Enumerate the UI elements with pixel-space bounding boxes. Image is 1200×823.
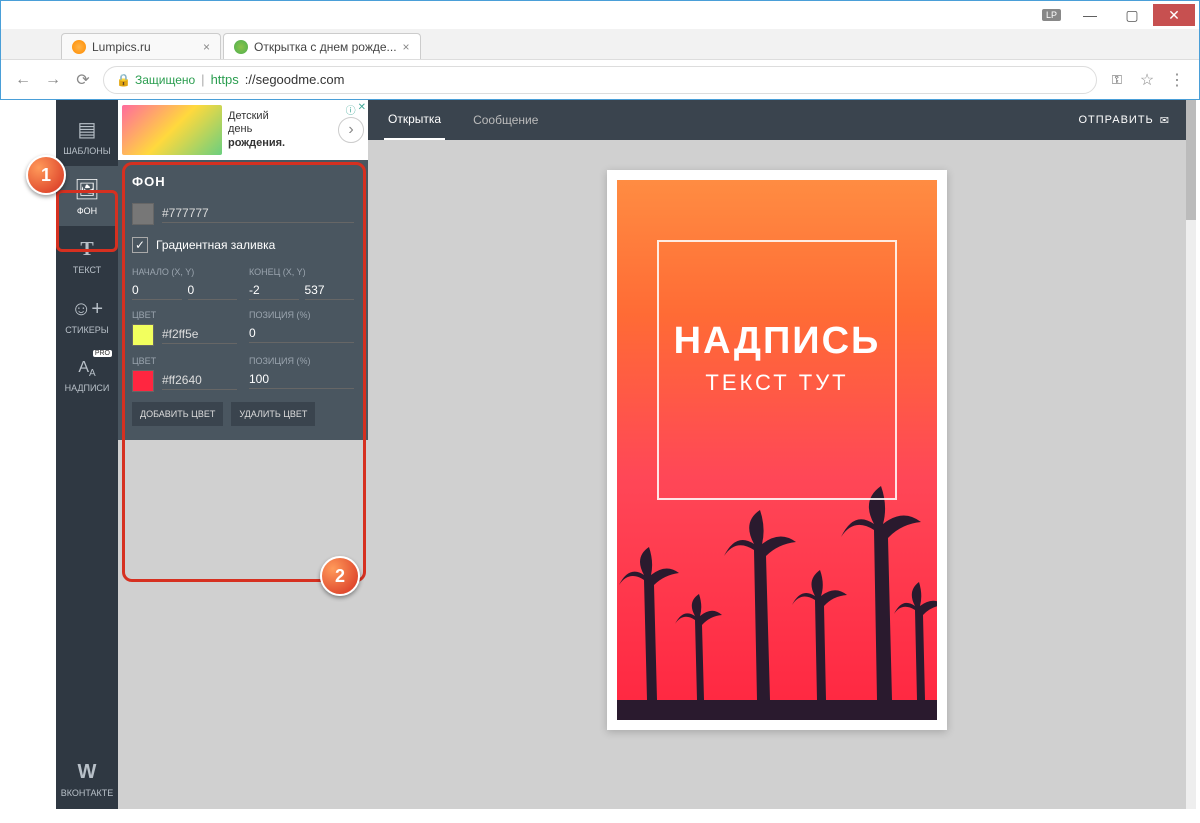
stop1-hex[interactable]: #f2ff5e <box>162 327 237 344</box>
panel-title: ФОН <box>132 174 354 189</box>
position-label: ПОЗИЦИЯ (%) <box>249 356 354 366</box>
ad-text: Детский день рождения. <box>228 110 332 150</box>
lock-icon: 🔒 Защищено <box>116 73 195 87</box>
chevron-right-icon[interactable]: › <box>338 117 364 143</box>
star-icon[interactable]: ☆ <box>1137 70 1157 90</box>
postcard[interactable]: НАДПИСЬ ТЕКСТ ТУТ <box>607 170 947 730</box>
checkbox-icon[interactable]: ✓ <box>132 237 148 253</box>
tab-card[interactable]: Открытка <box>384 100 445 140</box>
address-bar: ← → ⟳ 🔒 Защищено | https://segoodme.com … <box>1 59 1199 99</box>
browser-window: LP — ▢ ✕ Lumpics.ru × Открытка с днем ро… <box>0 0 1200 100</box>
scroll-thumb[interactable] <box>1186 100 1196 220</box>
sidebar-item-label: ШАБЛОНЫ <box>63 146 111 156</box>
sidebar-item-labels[interactable]: PRO AA НАДПИСИ <box>56 346 118 406</box>
stop2-pos-input[interactable] <box>249 370 354 389</box>
stop1-pos-input[interactable] <box>249 324 354 343</box>
color-label: ЦВЕТ <box>132 356 237 366</box>
ad-image <box>122 105 222 155</box>
tab-title: Lumpics.ru <box>92 40 151 54</box>
favicon-icon <box>234 40 248 54</box>
pro-badge: PRO <box>93 350 112 357</box>
app-root: ▤ ШАБЛОНЫ 🖼 ФОН T ТЕКСТ ☺+ СТИКЕРЫ PRO A… <box>56 100 1186 809</box>
end-y-input[interactable] <box>305 281 355 300</box>
close-button[interactable]: ✕ <box>1153 4 1195 26</box>
start-x-input[interactable] <box>132 281 182 300</box>
end-x-input[interactable] <box>249 281 299 300</box>
scrollbar[interactable] <box>1186 100 1196 809</box>
templates-icon: ▤ <box>78 117 97 142</box>
image-icon: 🖼 <box>74 177 99 202</box>
ad-info[interactable]: ⓘ✕ <box>346 102 366 117</box>
tab-title: Открытка с днем рожде... <box>254 40 397 54</box>
canvas-area[interactable]: НАДПИСЬ ТЕКСТ ТУТ <box>368 140 1186 809</box>
sidebar-item-text[interactable]: T ТЕКСТ <box>56 226 118 286</box>
sidebar: ▤ ШАБЛОНЫ 🖼 ФОН T ТЕКСТ ☺+ СТИКЕРЫ PRO A… <box>56 100 118 809</box>
callout-2: 2 <box>320 556 360 596</box>
add-color-button[interactable]: ДОБАВИТЬ ЦВЕТ <box>132 402 223 426</box>
background-panel: ФОН #777777 ✓ Градиентная заливка НАЧАЛО… <box>118 160 368 440</box>
sidebar-item-stickers[interactable]: ☺+ СТИКЕРЫ <box>56 286 118 346</box>
card-title-text[interactable]: НАДПИСЬ <box>617 320 937 363</box>
url-input[interactable]: 🔒 Защищено | https://segoodme.com <box>103 66 1097 94</box>
labels-icon: AA <box>78 359 95 379</box>
browser-tab-lumpics[interactable]: Lumpics.ru × <box>61 33 221 59</box>
base-color-hex[interactable]: #777777 <box>162 206 354 223</box>
callout-1: 1 <box>26 155 66 195</box>
top-bar: Открытка Сообщение ОТПРАВИТЬ ✉ <box>368 100 1186 140</box>
close-icon[interactable]: × <box>403 40 410 54</box>
stop2-swatch[interactable] <box>132 370 154 392</box>
menu-icon[interactable]: ⋮ <box>1167 70 1187 90</box>
vk-icon: W <box>78 761 97 784</box>
send-icon: ✉ <box>1160 114 1170 127</box>
end-label: КОНЕЦ (X, Y) <box>249 267 354 277</box>
start-label: НАЧАЛО (X, Y) <box>132 267 237 277</box>
url-host: ://segoodme.com <box>245 72 345 87</box>
sidebar-item-label: ВКОНТАКТЕ <box>61 788 114 798</box>
sticker-icon: ☺+ <box>71 298 103 321</box>
minimize-button[interactable]: — <box>1069 4 1111 26</box>
tab-bar: Lumpics.ru × Открытка с днем рожде... × <box>1 29 1199 59</box>
tab-message[interactable]: Сообщение <box>469 101 542 139</box>
sidebar-item-label: ФОН <box>77 206 97 216</box>
sidebar-item-label: ТЕКСТ <box>73 265 101 275</box>
text-icon: T <box>80 238 93 261</box>
back-icon[interactable]: ← <box>13 71 33 89</box>
stop1-swatch[interactable] <box>132 324 154 346</box>
postcard-inner: НАДПИСЬ ТЕКСТ ТУТ <box>617 180 937 720</box>
sidebar-item-label: СТИКЕРЫ <box>65 325 108 335</box>
lp-badge: LP <box>1042 9 1061 21</box>
sidebar-item-templates[interactable]: ▤ ШАБЛОНЫ <box>56 106 118 166</box>
main-area: Открытка Сообщение ОТПРАВИТЬ ✉ <box>368 100 1186 809</box>
card-subtitle-text[interactable]: ТЕКСТ ТУТ <box>617 370 937 396</box>
color-label: ЦВЕТ <box>132 310 237 320</box>
window-titlebar: LP — ▢ ✕ <box>1 1 1199 29</box>
sidebar-item-vk[interactable]: W ВКОНТАКТЕ <box>56 749 118 809</box>
maximize-button[interactable]: ▢ <box>1111 4 1153 26</box>
ad-banner[interactable]: Детский день рождения. › ⓘ✕ <box>118 100 368 160</box>
delete-color-button[interactable]: УДАЛИТЬ ЦВЕТ <box>231 402 315 426</box>
gradient-checkbox-row[interactable]: ✓ Градиентная заливка <box>132 237 354 253</box>
favicon-icon <box>72 40 86 54</box>
browser-tab-segoodme[interactable]: Открытка с днем рожде... × <box>223 33 421 59</box>
position-label: ПОЗИЦИЯ (%) <box>249 310 354 320</box>
close-icon[interactable]: × <box>203 40 210 54</box>
gradient-label: Градиентная заливка <box>156 238 275 252</box>
sidebar-item-label: НАДПИСИ <box>65 383 110 393</box>
url-protocol: https <box>211 72 239 87</box>
start-y-input[interactable] <box>188 281 238 300</box>
base-color-swatch[interactable] <box>132 203 154 225</box>
reload-icon[interactable]: ⟳ <box>73 70 93 90</box>
send-button[interactable]: ОТПРАВИТЬ ✉ <box>1078 114 1170 127</box>
forward-icon[interactable]: → <box>43 71 63 89</box>
stop2-hex[interactable]: #ff2640 <box>162 373 237 390</box>
key-icon[interactable]: ⚿ <box>1107 72 1127 88</box>
